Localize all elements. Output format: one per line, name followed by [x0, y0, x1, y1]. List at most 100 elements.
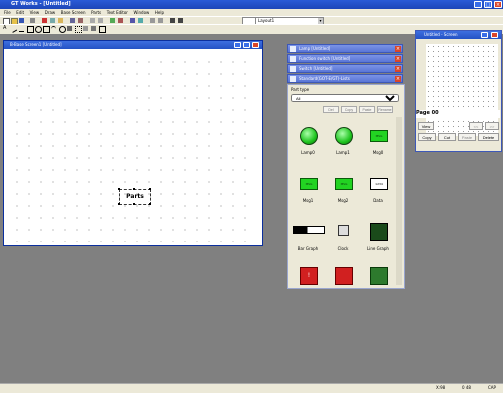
menu-base-screen[interactable]: Base Screen: [61, 9, 86, 16]
line-tool-icon[interactable]: [9, 25, 18, 33]
group-icon[interactable]: [150, 18, 155, 23]
panel-icon: [290, 56, 296, 62]
part-item-msg1[interactable]: MSG Msg1: [290, 171, 326, 211]
scale-tool-icon[interactable]: [75, 26, 82, 33]
text-tool-icon[interactable]: A: [3, 26, 8, 31]
restore-button[interactable]: [243, 42, 250, 48]
page-window-title: Untitled - Screen: [424, 32, 458, 37]
circle-tool-icon[interactable]: [35, 26, 42, 33]
copy-button[interactable]: Copy: [341, 106, 357, 113]
minimize-button[interactable]: [481, 32, 488, 38]
menu-edit[interactable]: Edit: [16, 9, 24, 16]
minimize-button[interactable]: [234, 42, 241, 48]
cut-icon[interactable]: [42, 18, 47, 23]
resize-handle[interactable]: [133, 203, 135, 205]
paste-page-button[interactable]: Paste: [458, 133, 476, 141]
view-button[interactable]: View: [418, 122, 434, 130]
close-button[interactable]: [252, 42, 259, 48]
copy-icon[interactable]: [50, 18, 55, 23]
align-icon[interactable]: [118, 18, 123, 23]
save-icon[interactable]: [19, 18, 24, 23]
base-screen-titlebar: B-Base Screen1 [Untitled]: [4, 41, 262, 49]
part-item-data[interactable]: 1234 Data: [360, 171, 396, 211]
bring-front-icon[interactable]: [130, 18, 135, 23]
next-page-button[interactable]: >>: [485, 122, 499, 130]
close-button[interactable]: [491, 32, 498, 38]
cut-page-button[interactable]: Cut: [438, 133, 456, 141]
rename-button[interactable]: Rename: [377, 106, 393, 113]
app-titlebar: GT Works - [Untitled] _ □ ×: [0, 0, 503, 9]
part-item-switch[interactable]: [325, 263, 361, 285]
zoom-in-icon[interactable]: [90, 18, 95, 23]
vertical-scrollbar[interactable]: [396, 117, 402, 285]
close-icon[interactable]: ×: [395, 66, 401, 72]
close-icon[interactable]: ×: [395, 46, 401, 52]
paint-tool-icon[interactable]: [67, 26, 72, 31]
arc-tool-icon[interactable]: [51, 26, 56, 32]
paste-button[interactable]: Paste: [359, 106, 375, 113]
redo-icon[interactable]: [78, 18, 83, 23]
resize-handle[interactable]: [118, 188, 120, 190]
send-back-icon[interactable]: [138, 18, 143, 23]
selected-parts-object[interactable]: Parts: [119, 189, 151, 205]
part-item-clock[interactable]: Clock: [325, 219, 361, 259]
function-switch-panel-bar[interactable]: Function switch [Untitled] ×: [287, 54, 403, 63]
part-item-msg0[interactable]: MSG Msg0: [360, 123, 396, 163]
alarm-icon: !: [300, 267, 318, 285]
menu-parts[interactable]: Parts: [91, 9, 101, 16]
polyline-tool-icon[interactable]: [19, 26, 24, 32]
menu-draw[interactable]: Draw: [45, 9, 55, 16]
layer-select-value: Layout1: [258, 18, 275, 23]
status-size: 0 48: [462, 385, 471, 390]
piechart-tool-icon[interactable]: [83, 26, 88, 31]
delete-page-button[interactable]: Delete: [478, 133, 499, 141]
standard-parts-panel-bar[interactable]: Standard(GOT-E/GT)-Lists ×: [287, 74, 403, 83]
message-icon: MSG: [300, 178, 318, 190]
ungroup-icon[interactable]: [158, 18, 163, 23]
menu-view[interactable]: View: [30, 9, 40, 16]
table-tool-icon[interactable]: [99, 26, 106, 33]
resize-handle[interactable]: [149, 188, 151, 190]
part-item-alarm[interactable]: !: [290, 263, 326, 285]
part-item-lamp1[interactable]: Lamp1: [325, 123, 361, 163]
resize-handle[interactable]: [149, 203, 151, 205]
part-item-msg2[interactable]: MSG Msg2: [325, 171, 361, 211]
help-icon[interactable]: [178, 18, 183, 23]
switch-panel-bar[interactable]: Switch [Untitled] ×: [287, 64, 403, 73]
prev-page-button[interactable]: <<: [469, 122, 483, 130]
paste-icon[interactable]: [58, 18, 63, 23]
menu-window[interactable]: Window: [134, 9, 150, 16]
part-item-line-graph[interactable]: Line Graph: [360, 219, 396, 259]
maximize-button[interactable]: □: [484, 1, 492, 8]
property-icon[interactable]: [170, 18, 175, 23]
part-item-bar-graph[interactable]: Bar Graph: [290, 219, 326, 259]
resize-handle[interactable]: [133, 188, 135, 190]
delete-button[interactable]: Del: [323, 106, 339, 113]
resize-handle[interactable]: [118, 203, 120, 205]
copy-page-button[interactable]: Copy: [418, 133, 436, 141]
grid-icon[interactable]: [110, 18, 115, 23]
image-tool-icon[interactable]: [91, 26, 96, 31]
bar-graph-icon: [293, 226, 325, 234]
lamp-icon: [335, 127, 353, 145]
undo-icon[interactable]: [70, 18, 75, 23]
print-icon[interactable]: [30, 18, 35, 23]
menu-help[interactable]: Help: [155, 9, 164, 16]
part-item-keypad[interactable]: [360, 263, 396, 285]
close-icon[interactable]: ×: [395, 56, 401, 62]
rectangle-tool-icon[interactable]: [27, 26, 34, 33]
part-item-lamp0[interactable]: Lamp0: [290, 123, 326, 163]
zoom-out-icon[interactable]: [98, 18, 103, 23]
close-button[interactable]: ×: [494, 1, 502, 8]
close-icon[interactable]: ×: [395, 76, 401, 82]
screen-canvas[interactable]: [7, 52, 256, 242]
keypad-icon: [370, 267, 388, 285]
polygon-tool-icon[interactable]: [43, 26, 50, 33]
lamp-panel-bar[interactable]: Lamp [Untitled] ×: [287, 44, 403, 53]
menu-file[interactable]: File: [4, 9, 11, 16]
sector-tool-icon[interactable]: [59, 26, 66, 33]
menu-text-editor[interactable]: Text Editor: [107, 9, 128, 16]
minimize-button[interactable]: _: [474, 1, 482, 8]
panel-icon: [290, 66, 296, 72]
part-type-select[interactable]: All: [291, 94, 399, 102]
